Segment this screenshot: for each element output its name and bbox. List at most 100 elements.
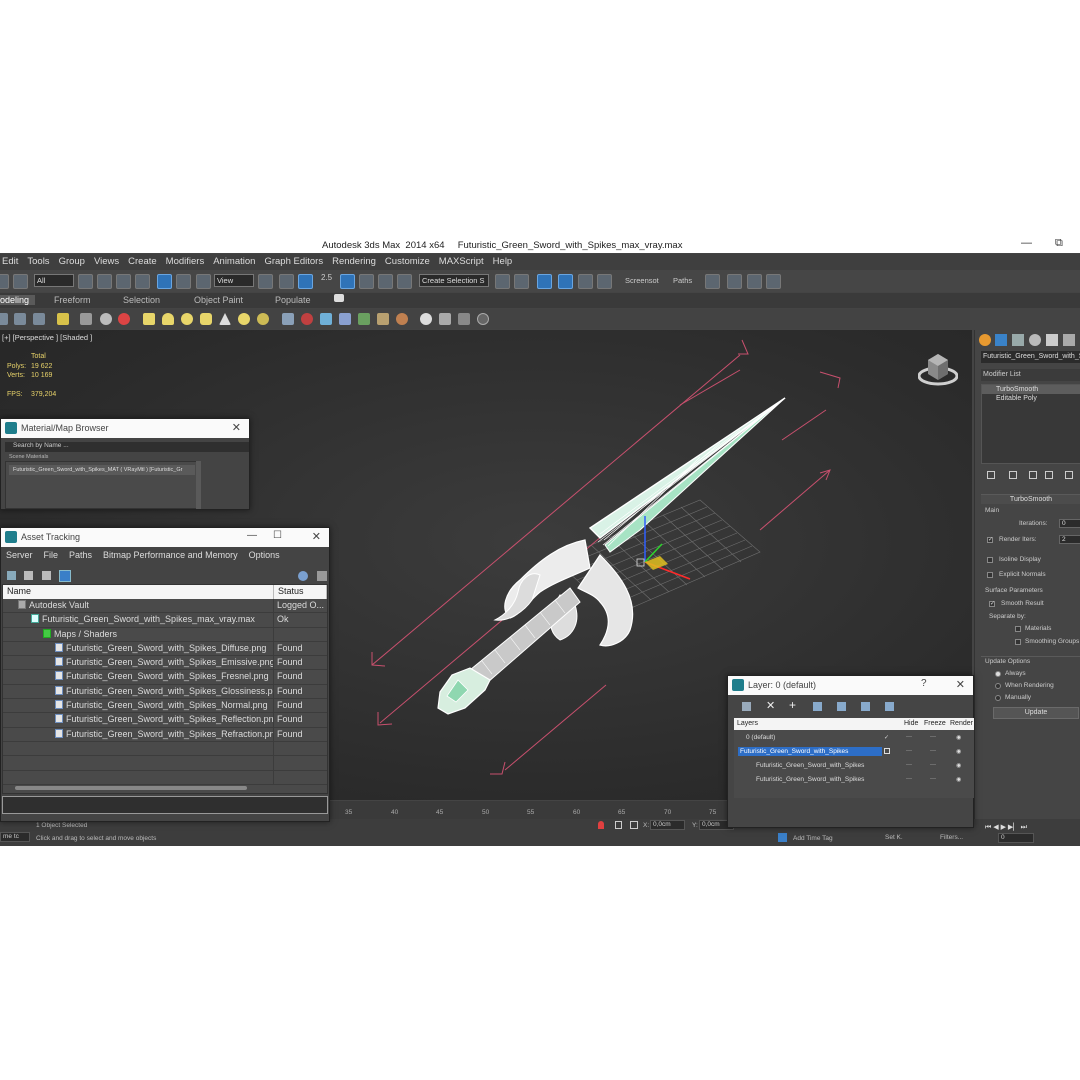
- create-tab-icon[interactable]: [979, 334, 991, 346]
- material-list-scrollbar[interactable]: [196, 461, 201, 509]
- ribbon-tool-icon[interactable]: [14, 313, 26, 325]
- table-row[interactable]: Futuristic_Green_Sword_with_Spikes_Refra…: [3, 727, 327, 742]
- menu-create[interactable]: Create: [126, 254, 164, 270]
- show-end-result-icon[interactable]: [1009, 471, 1017, 479]
- menu-rendering[interactable]: Rendering: [330, 254, 383, 270]
- current-frame-field[interactable]: 0: [998, 833, 1034, 843]
- render-setup-icon[interactable]: [727, 274, 742, 289]
- scale-icon[interactable]: [196, 274, 211, 289]
- material-list[interactable]: Futuristic_Green_Sword_with_Spikes_MAT (…: [5, 461, 197, 509]
- maximize-button[interactable]: ⧉: [1055, 237, 1063, 250]
- torus-icon[interactable]: [200, 313, 212, 325]
- time-slider[interactable]: 35 40 45 50 55 60 65 70 75: [330, 801, 730, 819]
- help-button[interactable]: ?: [921, 678, 927, 689]
- display-tab-icon[interactable]: [1046, 334, 1058, 346]
- select-object-icon[interactable]: [78, 274, 93, 289]
- maxscript-listener-field[interactable]: me tc: [0, 832, 30, 842]
- curve-editor-icon[interactable]: [578, 274, 593, 289]
- minimize-button[interactable]: —: [1021, 237, 1032, 249]
- selection-filter-dropdown[interactable]: All: [34, 274, 74, 287]
- select-move-icon[interactable]: [157, 274, 172, 289]
- material-search-input[interactable]: Search by Name ...: [5, 442, 249, 452]
- tab-populate[interactable]: Populate: [275, 295, 311, 305]
- menu-group[interactable]: Group: [57, 254, 92, 270]
- help-icon[interactable]: [477, 313, 489, 325]
- render-iters-checkbox[interactable]: ✓: [987, 537, 993, 543]
- ribbon-tool-icon[interactable]: [439, 313, 451, 325]
- modifier-stack[interactable]: TurboSmooth Editable Poly: [981, 384, 1080, 464]
- align-icon[interactable]: [514, 274, 529, 289]
- tab-modeling[interactable]: odeling: [0, 295, 36, 305]
- object-name-field[interactable]: Futuristic_Green_Sword_with_Spi: [981, 351, 1080, 363]
- ribbon-tool-icon[interactable]: [320, 313, 332, 325]
- ribbon-tool-icon[interactable]: [33, 313, 45, 325]
- stack-item-turbosmooth[interactable]: TurboSmooth: [982, 385, 1080, 394]
- layer-object-row[interactable]: Futuristic_Green_Sword_with_Spikes — — ◉: [734, 760, 974, 773]
- snap-toggle[interactable]: 2.5: [321, 273, 332, 282]
- layer-row[interactable]: 0 (default) ✓ — — ◉: [734, 732, 974, 745]
- menu-graph-editors[interactable]: Graph Editors: [262, 254, 330, 270]
- materials-checkbox[interactable]: [1015, 626, 1021, 632]
- menu-maxscript[interactable]: MAXScript: [437, 254, 491, 270]
- schematic-view-icon[interactable]: [597, 274, 612, 289]
- layer-list[interactable]: 0 (default) ✓ — — ◉ Futuristic_Green_Swo…: [734, 730, 974, 798]
- angle-snap-icon[interactable]: [340, 274, 355, 289]
- settings-icon[interactable]: [317, 571, 327, 581]
- window-crossing-icon[interactable]: [135, 274, 150, 289]
- maximize-icon[interactable]: ☐: [273, 530, 282, 541]
- hide-all-icon[interactable]: [861, 702, 870, 711]
- column-name[interactable]: Name: [3, 585, 274, 599]
- smooth-result-checkbox[interactable]: ✓: [989, 601, 995, 607]
- teapot-icon[interactable]: [257, 313, 269, 325]
- hierarchy-tab-icon[interactable]: [1012, 334, 1024, 346]
- freeze-toggle[interactable]: —: [930, 734, 936, 740]
- help-icon[interactable]: [298, 571, 308, 581]
- percent-snap-icon[interactable]: [359, 274, 374, 289]
- edit-named-sets-icon[interactable]: [397, 274, 412, 289]
- layer-manager-icon[interactable]: [537, 274, 552, 289]
- freeze-toggle[interactable]: —: [930, 748, 936, 754]
- cone-icon[interactable]: [219, 313, 231, 325]
- hide-toggle[interactable]: —: [906, 748, 912, 754]
- close-icon[interactable]: ✕: [312, 530, 321, 543]
- column-render[interactable]: Render: [950, 720, 973, 727]
- undo-icon[interactable]: [0, 274, 9, 289]
- playback-icons[interactable]: ⏮ ◀ ▶ ▶▏ ⏭: [985, 824, 1027, 831]
- horizontal-scrollbar[interactable]: [15, 786, 247, 790]
- ribbon-tool-icon[interactable]: [420, 313, 432, 325]
- screenshot-label[interactable]: Screensot: [625, 276, 659, 285]
- table-row[interactable]: Futuristic_Green_Sword_with_Spikes_Norma…: [3, 699, 327, 714]
- column-layers[interactable]: Layers: [737, 720, 758, 727]
- render-toggle-icon[interactable]: ◉: [956, 762, 961, 769]
- close-icon[interactable]: ✕: [232, 421, 241, 434]
- ribbon-tool-icon[interactable]: [80, 313, 92, 325]
- list-view-icon[interactable]: [24, 571, 33, 580]
- tab-freeform[interactable]: Freeform: [54, 295, 91, 305]
- spinner-snap-icon[interactable]: [378, 274, 393, 289]
- dome-icon[interactable]: [162, 313, 174, 325]
- update-button[interactable]: Update: [993, 707, 1079, 719]
- menu-paths[interactable]: Paths: [64, 549, 98, 563]
- freeze-toggle[interactable]: —: [930, 762, 936, 768]
- menu-options[interactable]: Options: [244, 549, 286, 563]
- pivot-icon[interactable]: [258, 274, 273, 289]
- hide-toggle[interactable]: —: [906, 776, 912, 782]
- remove-modifier-icon[interactable]: [1045, 471, 1053, 479]
- menu-file[interactable]: File: [39, 549, 65, 563]
- ribbon-tool-icon[interactable]: [339, 313, 351, 325]
- column-status[interactable]: Status: [274, 585, 327, 599]
- new-layer-icon[interactable]: [742, 702, 751, 711]
- ribbon-tool-icon[interactable]: [301, 313, 313, 325]
- isolate-icon[interactable]: [598, 821, 604, 829]
- add-time-tag-button[interactable]: Add Time Tag: [793, 835, 833, 842]
- ribbon-tool-icon[interactable]: [396, 313, 408, 325]
- table-row[interactable]: Futuristic_Green_Sword_with_Spikes_Emiss…: [3, 656, 327, 671]
- set-key-button[interactable]: Set K.: [885, 834, 903, 841]
- named-selection-dropdown[interactable]: Create Selection S: [419, 274, 489, 287]
- layer-object-row[interactable]: Futuristic_Green_Sword_with_Spikes — — ◉: [734, 774, 974, 787]
- render-toggle-icon[interactable]: ◉: [956, 776, 961, 783]
- ribbon-tool-icon[interactable]: [458, 313, 470, 325]
- sphere-icon[interactable]: [181, 313, 193, 325]
- ribbon-tool-icon[interactable]: [57, 313, 69, 325]
- ribbon-tool-icon[interactable]: [100, 313, 112, 325]
